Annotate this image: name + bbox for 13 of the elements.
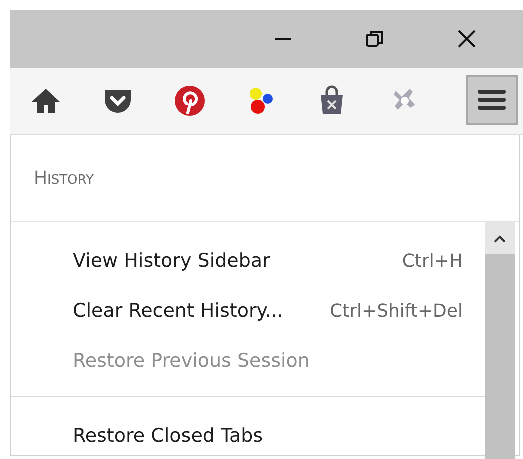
menu-item[interactable]: View History Sidebar Ctrl+H — [11, 236, 485, 286]
menu-item[interactable]: Restore Closed Tabs — [11, 411, 485, 459]
scrollbar[interactable] — [485, 222, 515, 459]
menu-icon — [477, 88, 507, 112]
home-icon[interactable] — [30, 86, 62, 116]
restore-icon — [364, 28, 386, 50]
close-icon — [456, 28, 478, 50]
panel-title: History — [34, 168, 94, 188]
menu-item[interactable]: Clear Recent History... Ctrl+Shift+Del — [11, 286, 485, 336]
minimize-icon — [275, 38, 291, 40]
menu-button[interactable] — [466, 75, 518, 125]
pinterest-icon[interactable] — [174, 85, 206, 117]
scroll-up-icon[interactable] — [493, 234, 507, 244]
